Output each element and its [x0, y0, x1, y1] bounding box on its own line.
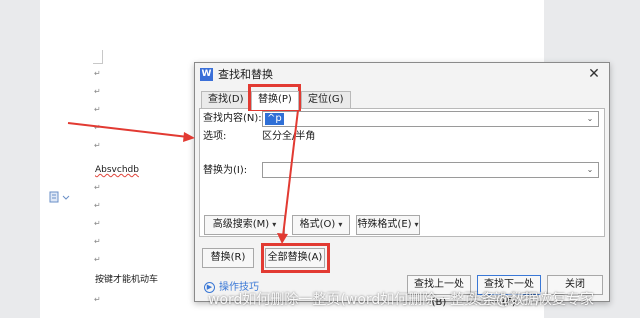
- paragraph-mark: ↵: [94, 87, 101, 96]
- paragraph-mark: ↵: [94, 123, 101, 132]
- caret-down-icon: ▾: [272, 220, 277, 229]
- document-line: 按键才能机动车: [95, 275, 159, 285]
- chevron-down-icon[interactable]: ⌄: [585, 114, 595, 124]
- tab-goto[interactable]: 定位(G): [301, 91, 351, 109]
- special-format-button[interactable]: 特殊格式(E) ▾: [356, 215, 420, 235]
- replace-with-input[interactable]: ⌄: [262, 162, 599, 178]
- tab-find[interactable]: 查找(D): [201, 91, 251, 109]
- chevron-down-icon[interactable]: ⌄: [585, 165, 595, 175]
- format-button[interactable]: 格式(O) ▾: [292, 215, 350, 235]
- options-value: 区分全/半角: [262, 131, 316, 142]
- dialog-title: 查找和替换: [218, 68, 273, 81]
- paragraph-mark: ↵: [94, 141, 101, 150]
- find-content-value: ^p: [265, 113, 284, 125]
- paragraph-mark: ↵: [94, 295, 101, 304]
- close-icon[interactable]: ✕: [587, 67, 601, 81]
- paragraph-mark: ↵: [94, 219, 101, 228]
- paragraph-mark: ↵: [94, 237, 101, 246]
- tab-replace[interactable]: 替换(P): [251, 91, 299, 110]
- document-line: Absvchdb: [95, 165, 139, 175]
- find-replace-dialog: W 查找和替换 ✕ 查找(D) 替换(P) 定位(G) 查找内容(N): ^p …: [194, 62, 610, 308]
- highlight-box: [261, 243, 330, 273]
- caret-down-icon: ▾: [414, 220, 419, 229]
- format-label: 格式(O): [299, 219, 336, 230]
- caret-down-icon: ▾: [338, 220, 343, 229]
- paragraph-mark: ↵: [94, 201, 101, 210]
- paragraph-mark: ↵: [94, 69, 101, 78]
- document-icon[interactable]: [49, 191, 71, 203]
- watermark-right: 头条@数据恢复专家: [468, 292, 594, 308]
- options-label: 选项:: [203, 131, 227, 142]
- find-content-input[interactable]: ^p ⌄: [262, 111, 599, 127]
- page-corner-mark: [93, 50, 103, 64]
- replace-with-label: 替换为(I):: [203, 165, 248, 176]
- wps-writer-icon: W: [200, 68, 213, 81]
- paragraph-mark: ↵: [94, 255, 101, 264]
- paragraph-mark: ↵: [94, 105, 101, 114]
- paragraph-mark: ↵: [94, 183, 101, 192]
- replace-button[interactable]: 替换(R): [202, 248, 254, 268]
- advanced-search-button[interactable]: 高级搜索(M) ▾: [204, 215, 285, 235]
- special-format-label: 特殊格式(E): [357, 219, 412, 230]
- find-content-label: 查找内容(N):: [203, 113, 262, 124]
- advanced-search-label: 高级搜索(M): [212, 219, 270, 230]
